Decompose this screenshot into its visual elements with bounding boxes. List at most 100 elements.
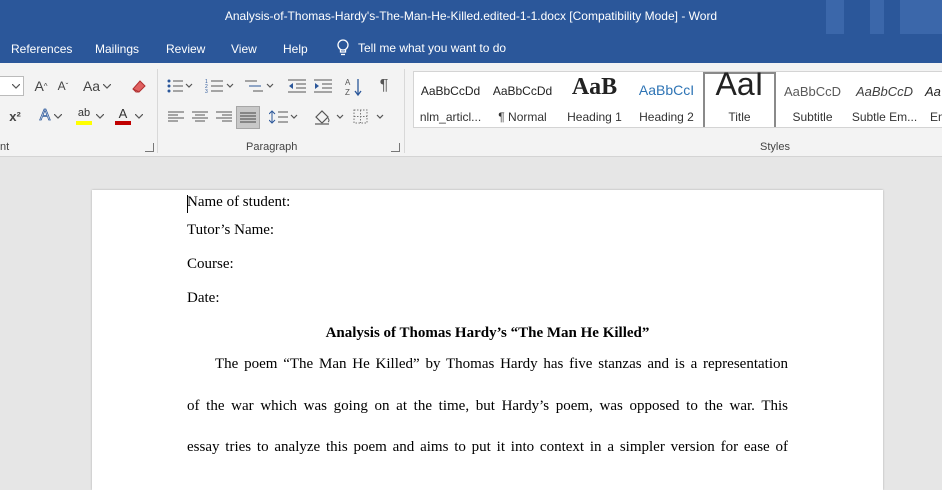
style-preview: AaB	[571, 74, 618, 100]
chevron-down-icon	[103, 83, 112, 89]
paragraph-line[interactable]: of the war which was going on at the tim…	[187, 398, 788, 415]
eraser-icon	[132, 80, 146, 93]
font-color-button[interactable]: A	[112, 106, 146, 126]
chevron-down-icon	[96, 113, 104, 119]
tab-help[interactable]: Help	[283, 42, 308, 56]
align-right-icon	[216, 111, 232, 122]
svg-text:3: 3	[205, 89, 208, 93]
ribbon: A ^ Aˇ Aa x² A ab A nt 1 2 3 A Z ¶ Parag…	[0, 63, 942, 157]
document-area[interactable]: Name of student: Tutor’s Name: Course: D…	[0, 157, 942, 490]
style-name: ¶ Normal	[498, 110, 547, 124]
multilevel-list-button[interactable]	[244, 76, 276, 96]
show-formatting-marks-button[interactable]: ¶	[373, 76, 395, 96]
tell-me-search[interactable]: Tell me what you want to do	[336, 39, 506, 57]
style-name: Subtle Em...	[851, 110, 918, 124]
styles-gallery: AaBbCcDd nlm_articl... AaBbCcDd ¶ Normal…	[413, 71, 942, 128]
tab-view[interactable]: View	[231, 42, 257, 56]
numbering-button[interactable]: 1 2 3	[204, 76, 236, 96]
style-heading-2[interactable]: AaBbCcI Heading 2	[631, 72, 702, 127]
style-subtitle[interactable]: AaBbCcD Subtitle	[777, 72, 848, 127]
clear-formatting-button[interactable]	[128, 76, 150, 96]
shading-button[interactable]	[312, 107, 346, 127]
style-preview: AaBbCcI	[638, 82, 695, 98]
style-preview: Aa	[925, 84, 941, 99]
align-center-button[interactable]	[190, 107, 210, 127]
style-preview: AaBbCcD	[783, 84, 842, 99]
change-case-label: Aa	[82, 78, 101, 94]
tab-references[interactable]: References	[11, 42, 72, 56]
font-dialog-launcher-icon[interactable]	[145, 143, 154, 152]
shrink-font-label: A	[57, 79, 66, 93]
ribbon-tabs: References Mailings Review View Help Tel…	[0, 34, 942, 63]
document-page[interactable]: Name of student: Tutor’s Name: Course: D…	[92, 190, 883, 490]
pilcrow-icon: ¶	[379, 77, 389, 94]
font-group-label: nt	[0, 141, 10, 153]
style-name: Subtitle	[792, 110, 833, 124]
grow-font-button[interactable]: A ^	[31, 76, 51, 96]
style-name: Title	[728, 110, 751, 124]
increase-indent-icon	[314, 79, 332, 93]
decrease-indent-icon	[288, 79, 306, 93]
highlight-label: ab	[77, 106, 91, 119]
course-line[interactable]: Course:	[187, 256, 234, 273]
paragraph-line[interactable]: The poem “The Man He Killed” by Thomas H…	[187, 356, 788, 373]
style-heading-1[interactable]: AaB Heading 1	[559, 72, 630, 127]
justify-button[interactable]	[236, 106, 260, 129]
style-subtle-emphasis[interactable]: AaBbCcD Subtle Em...	[849, 72, 920, 127]
window-title: Analysis-of-Thomas-Hardy's-The-Man-He-Ki…	[224, 9, 718, 23]
text-effects-button[interactable]: A	[36, 106, 66, 126]
borders-button[interactable]	[352, 107, 386, 127]
line-spacing-icon	[269, 110, 298, 124]
chevron-down-icon	[54, 113, 63, 119]
style-name: Em	[930, 110, 942, 124]
font-color-swatch	[115, 120, 131, 125]
line-spacing-button[interactable]	[268, 107, 300, 127]
shading-bucket-icon	[315, 110, 344, 125]
style-preview: AaI	[715, 71, 764, 102]
name-of-student-line[interactable]: Name of student:	[187, 194, 290, 211]
group-divider	[404, 69, 405, 153]
svg-text:Z: Z	[345, 88, 350, 97]
increase-indent-button[interactable]	[312, 76, 334, 96]
shrink-font-button[interactable]: Aˇ	[54, 76, 72, 96]
paragraph-dialog-launcher-icon[interactable]	[391, 143, 400, 152]
sort-icon: A Z	[345, 78, 362, 97]
font-color-label: A	[118, 105, 128, 121]
style-name: Heading 1	[567, 110, 622, 124]
style-normal[interactable]: AaBbCcDd ¶ Normal	[487, 72, 558, 127]
chevron-down-icon	[135, 113, 143, 119]
style-name: nlm_articl...	[419, 110, 482, 124]
superscript-button[interactable]: x²	[4, 106, 26, 126]
bullet-list-icon	[167, 79, 193, 93]
style-preview: AaBbCcD	[855, 84, 914, 99]
tab-mailings[interactable]: Mailings	[95, 42, 139, 56]
grow-font-label: A	[34, 78, 44, 94]
numbered-list-icon: 1 2 3	[205, 79, 234, 93]
style-title[interactable]: AaI Title	[703, 71, 776, 127]
date-line[interactable]: Date:	[187, 290, 219, 307]
style-nlm-article[interactable]: AaBbCcDd nlm_articl...	[415, 72, 486, 127]
style-preview: AaBbCcDd	[420, 84, 481, 98]
tutor-name-line[interactable]: Tutor’s Name:	[187, 222, 274, 239]
justify-icon	[240, 112, 256, 122]
essay-heading[interactable]: Analysis of Thomas Hardy’s “The Man He K…	[92, 325, 883, 342]
tab-review[interactable]: Review	[166, 42, 205, 56]
align-right-button[interactable]	[214, 107, 234, 127]
align-left-button[interactable]	[166, 107, 186, 127]
style-emphasis[interactable]: Aa Em	[921, 72, 942, 127]
decrease-indent-button[interactable]	[286, 76, 308, 96]
svg-text:A: A	[345, 78, 351, 87]
styles-group-label: Styles	[760, 141, 790, 153]
bullets-button[interactable]	[166, 76, 194, 96]
font-size-dropdown[interactable]	[0, 76, 24, 96]
style-name: Heading 2	[639, 110, 694, 124]
style-preview: AaBbCcDd	[492, 84, 553, 98]
change-case-button[interactable]: Aa	[82, 76, 112, 96]
paragraph-group-label: Paragraph	[246, 141, 298, 153]
highlight-color-button[interactable]: ab	[73, 106, 107, 126]
sort-button[interactable]: A Z	[343, 76, 365, 98]
align-left-icon	[168, 111, 184, 122]
text-effects-label: A	[39, 107, 51, 125]
paragraph-line[interactable]: essay tries to analyze this poem and aim…	[187, 439, 788, 456]
multilevel-list-icon	[245, 80, 274, 92]
